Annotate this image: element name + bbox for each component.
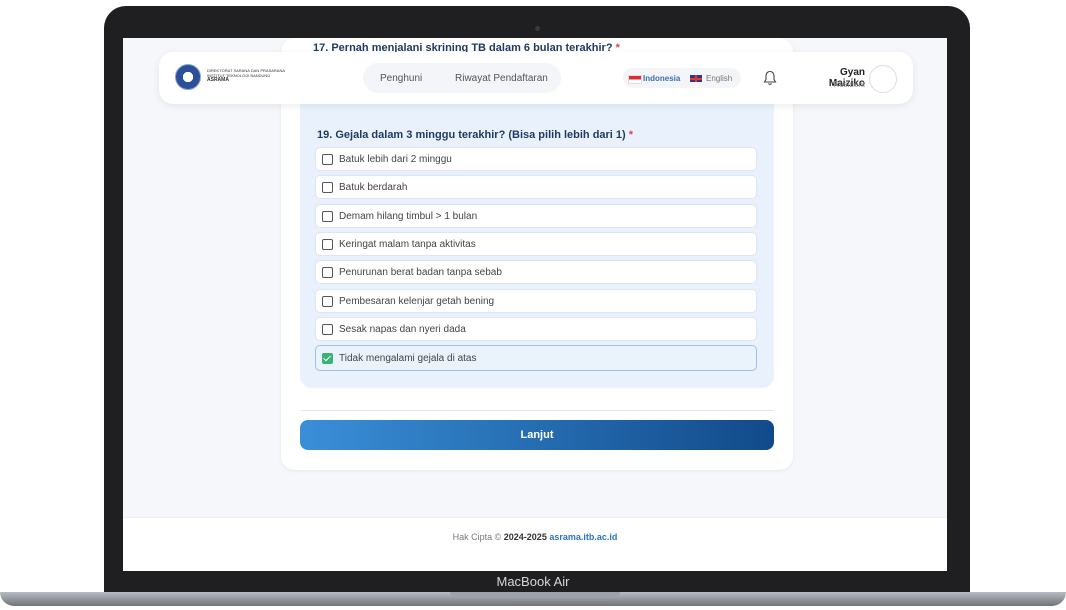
screen: 17. Pernah menjalani skrining TB dalam 6… [123,38,947,571]
checked-checkbox[interactable] [322,352,333,364]
checkbox[interactable] [322,153,333,165]
laptop-notch [450,592,620,598]
lang-indonesia[interactable]: Indonesia [643,74,680,83]
question-19-title: 19. Gejala dalam 3 minggu terakhir? (Bis… [317,129,634,141]
indonesia-flag-icon [628,75,642,84]
next-button[interactable]: Lanjut [300,420,774,450]
option-batuk-berdarah[interactable]: Batuk berdarah [315,175,757,199]
top-navbar: DIREKTORAT SARANA DAN PRASARANA INSTITUT… [159,52,913,104]
checkbox[interactable] [322,210,333,222]
divider [300,410,774,411]
option-batuk-2-minggu[interactable]: Batuk lebih dari 2 minggu [315,147,757,171]
option-sesak-napas[interactable]: Sesak napas dan nyeri dada [315,317,757,341]
option-penurunan-berat[interactable]: Penurunan berat badan tanpa sebab [315,260,757,284]
avatar[interactable] [869,65,897,93]
checkbox[interactable] [322,266,333,278]
nav-riwayat-pendaftaran[interactable]: Riwayat Pendaftaran [455,73,548,84]
checkbox[interactable] [322,295,333,307]
user-role: Resident [833,80,865,89]
checkbox[interactable] [322,323,333,335]
bell-icon[interactable] [763,70,777,86]
org-name: DIREKTORAT SARANA DAN PRASARANA INSTITUT… [207,68,286,83]
uk-flag-icon [690,75,702,82]
option-tidak-ada-gejala[interactable]: Tidak mengalami gejala di atas [315,345,757,371]
option-pembesaran-kelenjar[interactable]: Pembesaran kelenjar getah bening [315,289,757,313]
footer [123,517,947,571]
device-brand: MacBook Air [496,574,570,589]
camera-icon [535,26,540,31]
lang-english[interactable]: English [706,74,732,83]
nav-penghuni[interactable]: Penghuni [380,73,422,84]
checkbox[interactable] [322,181,333,193]
itb-logo [175,64,201,90]
footer-text: Hak Cipta © 2024-2025 asrama.itb.ac.id [452,532,618,542]
site-link[interactable]: asrama.itb.ac.id [549,532,617,542]
checkbox[interactable] [322,238,333,250]
option-keringat-malam[interactable]: Keringat malam tanpa aktivitas [315,232,757,256]
option-demam[interactable]: Demam hilang timbul > 1 bulan [315,204,757,228]
